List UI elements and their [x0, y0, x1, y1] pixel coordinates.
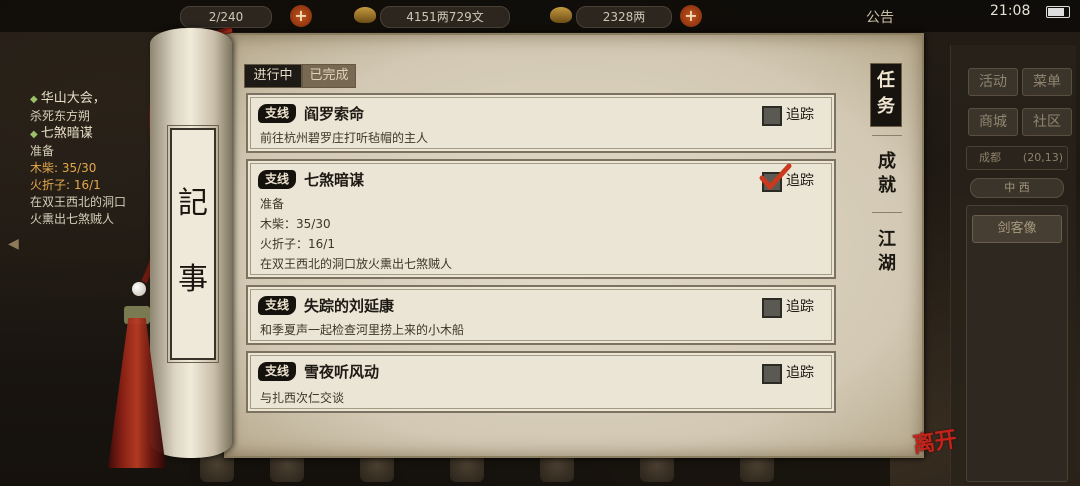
- quest-type-tag: 支线: [258, 170, 296, 189]
- tab-achievements-char-1: 成: [878, 151, 896, 172]
- quest-card[interactable]: 支线 雪夜听风动 与扎西次仁交谈 追踪: [246, 351, 836, 413]
- add-stamina-button[interactable]: +: [290, 5, 312, 27]
- collapse-left-icon[interactable]: ◀: [8, 236, 19, 252]
- location-info: 成都 (20,13): [966, 146, 1068, 170]
- quest-type-tag: 支线: [258, 296, 296, 315]
- quest-type-tag: 支线: [258, 104, 296, 123]
- diamond-icon: ◆: [30, 129, 38, 140]
- journal-title-char-2: 事: [178, 262, 208, 297]
- track-checkbox[interactable]: [762, 106, 782, 126]
- tab-in-progress[interactable]: 进行中: [244, 64, 302, 88]
- quest-desc: 和季夏声一起检查河里捞上来的小木船: [260, 323, 465, 337]
- shop-button[interactable]: 商城: [968, 108, 1018, 136]
- tab-jianghu[interactable]: 江 湖: [872, 228, 902, 276]
- location-coords: (20,13): [1022, 151, 1063, 164]
- tab-jianghu-char-1: 江: [878, 229, 896, 250]
- quest-desc: 在双王西北的洞口放火熏出七煞贼人: [260, 257, 453, 271]
- tab-quests-char-1: 任: [877, 70, 895, 91]
- diamond-icon: ◆: [30, 94, 38, 105]
- location-name: 成都: [979, 151, 1001, 164]
- tab-divider: [872, 135, 902, 136]
- gold-ingot-icon: [550, 7, 572, 23]
- community-button[interactable]: 社区: [1022, 108, 1072, 136]
- side-info-panel: [966, 205, 1068, 482]
- quest-objective-wood: 木柴：35/30: [260, 217, 331, 231]
- track-checkbox[interactable]: [762, 364, 782, 384]
- compass: 中 西: [970, 178, 1064, 198]
- gold-counter: 2328两: [576, 6, 672, 28]
- silver-counter: 4151两729文: [380, 6, 510, 28]
- track-checkbox[interactable]: [762, 298, 782, 318]
- journal-title-char-1: 記: [178, 186, 208, 221]
- stamina-counter: 2/240: [180, 6, 272, 28]
- jade-bead: [132, 282, 146, 296]
- menu-button[interactable]: 菜单: [1022, 68, 1072, 96]
- tab-achievements[interactable]: 成 就: [872, 150, 902, 198]
- tab-divider: [872, 212, 902, 213]
- quest-objective-fire: 火折子：16/1: [260, 237, 335, 251]
- notice-button[interactable]: 公告: [866, 7, 894, 27]
- tab-quests[interactable]: 任 务: [870, 63, 902, 127]
- quest-title: 失踪的刘延康: [304, 297, 395, 315]
- battery-icon: [1046, 6, 1070, 18]
- tracker-title-1: 华山大会，: [40, 91, 106, 106]
- quest-title: 七煞暗谋: [304, 171, 365, 189]
- tab-jianghu-char-2: 湖: [878, 253, 896, 274]
- quest-title: 雪夜听风动: [304, 363, 380, 381]
- track-label[interactable]: 追踪: [786, 104, 814, 124]
- quest-card[interactable]: 支线 失踪的刘延康 和季夏声一起检查河里捞上来的小木船 追踪: [246, 285, 836, 345]
- sword-statue-button[interactable]: 剑客像: [972, 215, 1062, 243]
- quest-card[interactable]: 支线 阎罗索命 前往杭州碧罗庄打听毡帽的主人 追踪: [246, 93, 836, 153]
- clock: 21:08: [990, 3, 1031, 19]
- leave-button[interactable]: 离开: [911, 421, 964, 479]
- add-gold-button[interactable]: +: [680, 5, 702, 27]
- activity-button[interactable]: 活动: [968, 68, 1018, 96]
- tracker-title-2: 七煞暗谋: [40, 126, 93, 141]
- tab-quests-char-2: 务: [877, 96, 895, 117]
- silver-icon: [354, 7, 376, 23]
- quest-desc: 前往杭州碧罗庄打听毡帽的主人: [260, 131, 429, 145]
- track-label[interactable]: 追踪: [786, 296, 814, 316]
- tab-achievements-char-2: 就: [878, 175, 896, 196]
- quest-desc: 与扎西次仁交谈: [260, 391, 345, 405]
- quest-card[interactable]: 支线 七煞暗谋 准备 木柴：35/30 火折子：16/1 在双王西北的洞口放火熏…: [246, 159, 836, 279]
- track-label[interactable]: 追踪: [786, 170, 814, 190]
- quest-type-tag: 支线: [258, 362, 296, 381]
- tab-completed[interactable]: 已完成: [302, 64, 356, 88]
- track-label[interactable]: 追踪: [786, 362, 814, 382]
- journal-title-label: 記 事: [167, 125, 219, 363]
- quest-title: 阎罗索命: [304, 105, 365, 123]
- quest-status: 准备: [260, 197, 285, 211]
